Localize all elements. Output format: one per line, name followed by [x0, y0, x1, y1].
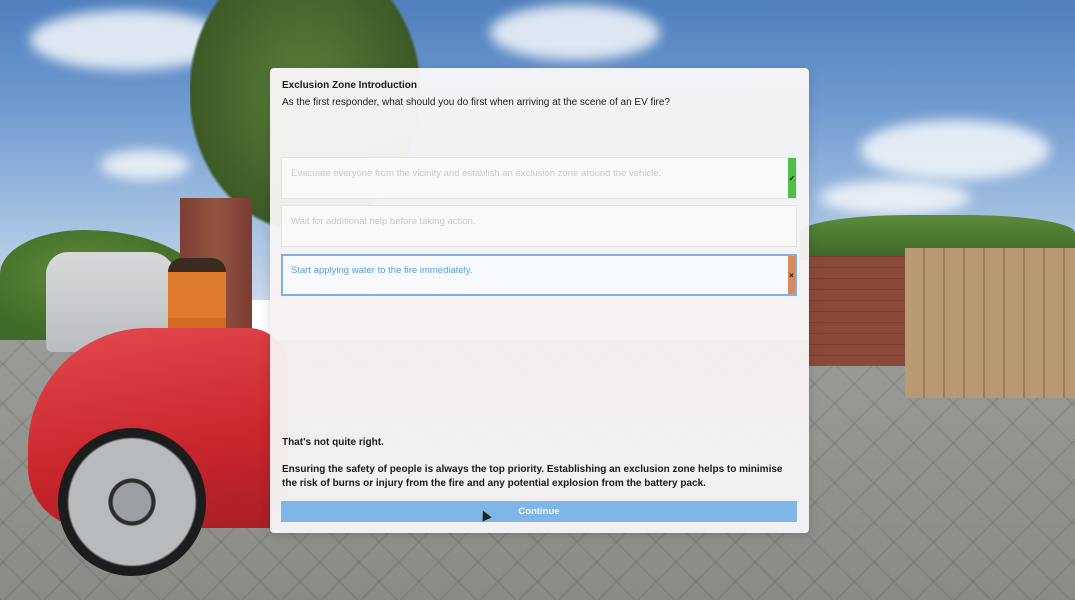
feedback-heading: That's not quite right.: [282, 437, 384, 448]
answer-option-evacuate[interactable]: Evacuate everyone from the vicinity and …: [281, 157, 797, 199]
cloud: [490, 5, 660, 60]
dialog-title: Exclusion Zone Introduction: [282, 80, 417, 91]
question-text: As the first responder, what should you …: [282, 97, 670, 108]
answer-option-apply-water[interactable]: Start applying water to the fire immedia…: [281, 254, 797, 296]
car-wheel: [58, 428, 206, 576]
check-icon: ✓: [788, 158, 796, 198]
cloud: [860, 120, 1050, 180]
wooden-fence: [905, 248, 1075, 398]
continue-button[interactable]: Continue: [281, 501, 797, 522]
answer-option-wait[interactable]: Wait for additional help before taking a…: [281, 205, 797, 247]
feedback-explanation: Ensuring the safety of people is always …: [282, 464, 783, 489]
answer-option-label: Evacuate everyone from the vicinity and …: [291, 168, 662, 179]
cloud: [820, 180, 970, 215]
answer-option-label: Wait for additional help before taking a…: [291, 216, 476, 227]
brick-wall: [808, 256, 913, 366]
cloud: [100, 150, 190, 180]
answer-option-label: Start applying water to the fire immedia…: [291, 265, 473, 276]
quiz-dialog: Exclusion Zone Introduction As the first…: [270, 68, 809, 533]
cross-icon: ×: [788, 256, 795, 294]
